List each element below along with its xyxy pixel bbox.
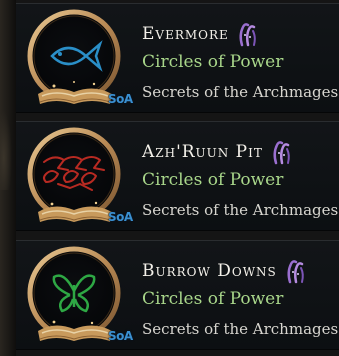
card-category: Circles of Power <box>142 170 284 190</box>
source-badge: SoA <box>108 92 133 106</box>
tentacle-icon <box>271 139 293 165</box>
source-badge: SoA <box>108 210 133 224</box>
tentacle-icon <box>237 21 259 47</box>
tentacle-icon <box>285 258 307 284</box>
card-category: Circles of Power <box>142 289 284 309</box>
card-evermore[interactable]: SoA Evermore Circles of Power Secrets of… <box>16 3 339 113</box>
card-title: Evermore <box>142 24 229 44</box>
card-category: Circles of Power <box>142 52 284 72</box>
card-list: SoA Evermore Circles of Power Secrets of… <box>16 0 339 356</box>
card-source: Secrets of the Archmages: <box>142 83 339 101</box>
card-azh-ruun-pit[interactable]: SoA Azh'Ruun Pit Circles of Power Secret… <box>16 121 339 231</box>
card-source: Secrets of the Archmages: <box>142 201 339 219</box>
card-title: Burrow Downs <box>142 261 277 281</box>
card-burrow-downs[interactable]: SoA Burrow Downs Circles of Power Secret… <box>16 240 339 350</box>
background-edge <box>0 0 16 356</box>
card-title: Azh'Ruun Pit <box>142 142 263 162</box>
card-source: Secrets of the Archmages: <box>142 320 339 338</box>
source-badge: SoA <box>108 329 133 343</box>
